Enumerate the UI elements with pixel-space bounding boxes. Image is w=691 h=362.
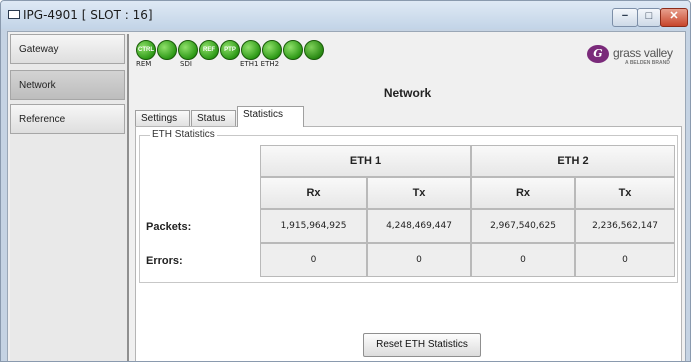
logo-text: grass valley [613, 46, 673, 60]
column-header: Tx [575, 177, 675, 209]
eth1-header: ETH 1 [260, 145, 471, 177]
table-cell: 2,967,540,625 [471, 209, 575, 243]
table-cell: 2,236,562,147 [575, 209, 675, 243]
table-cell: 1,915,964,925 [260, 209, 367, 243]
maximize-button[interactable]: □ [637, 8, 661, 27]
window-title: IPG-4901 [ SLOT : 16] [23, 8, 153, 22]
window-icon [8, 10, 20, 19]
table-cell: 0 [575, 243, 675, 277]
link-status-icon[interactable] [157, 40, 177, 60]
tab-bar: Settings Status Statistics [135, 106, 435, 127]
table-cell: 0 [367, 243, 471, 277]
tab-settings[interactable]: Settings [135, 110, 190, 126]
eth2-status-icon[interactable] [262, 40, 282, 60]
close-button[interactable]: ✕ [660, 8, 688, 27]
grass-valley-logo: G grass valley A BELDEN BRAND [587, 43, 680, 69]
extra-status-icon[interactable] [283, 40, 303, 60]
sdi-status-icon[interactable] [178, 40, 198, 60]
column-header: Tx [367, 177, 471, 209]
eth-label: ETH1 ETH2 [240, 60, 280, 68]
reset-eth-statistics-button[interactable]: Reset ETH Statistics [363, 333, 481, 357]
eth1-status-icon[interactable] [241, 40, 261, 60]
sdi-label: SDI [180, 60, 192, 68]
minimize-button[interactable]: − [612, 8, 638, 27]
status-icon-strip: CTRL REF PTP REM SDI ETH1 ETH2 [136, 40, 386, 74]
column-header: Rx [471, 177, 575, 209]
sidebar-item-reference[interactable]: Reference [10, 104, 125, 134]
sidebar-item-gateway[interactable]: Gateway [10, 34, 125, 64]
section-title: Network [383, 86, 432, 100]
eth2-header: ETH 2 [471, 145, 675, 177]
sidebar-item-network[interactable]: Network [10, 70, 125, 100]
logo-subtext: A BELDEN BRAND [625, 60, 670, 66]
tab-status[interactable]: Status [191, 110, 236, 126]
tab-statistics[interactable]: Statistics [237, 106, 304, 127]
group-label: ETH Statistics [150, 129, 217, 140]
ref-status-icon[interactable]: REF [199, 40, 219, 60]
rem-label: REM [136, 60, 152, 68]
packets-label: Packets: [146, 221, 192, 233]
ptp-status-icon[interactable]: PTP [220, 40, 240, 60]
logo-mark-icon: G [587, 45, 609, 63]
column-header: Rx [260, 177, 367, 209]
errors-label: Errors: [146, 255, 183, 267]
table-cell: 0 [260, 243, 367, 277]
statistics-panel: ETH Statistics ETH 1 ETH 2 Rx Tx Rx Tx P… [135, 126, 682, 361]
eth-statistics-group: ETH Statistics ETH 1 ETH 2 Rx Tx Rx Tx P… [139, 129, 678, 283]
application-window: IPG-4901 [ SLOT : 16] − □ ✕ Gateway Netw… [0, 0, 691, 362]
main-frame: Gateway Network Reference CTRL REF PTP R… [7, 31, 686, 361]
sidebar: Gateway Network Reference [10, 34, 129, 361]
table-cell: 4,248,469,447 [367, 209, 471, 243]
content-area: CTRL REF PTP REM SDI ETH1 ETH2 G grass v… [132, 34, 683, 361]
title-bar[interactable]: IPG-4901 [ SLOT : 16] − □ ✕ [1, 1, 690, 29]
ctrl-status-icon[interactable]: CTRL [136, 40, 156, 60]
refresh-icon[interactable] [304, 40, 324, 60]
table-cell: 0 [471, 243, 575, 277]
